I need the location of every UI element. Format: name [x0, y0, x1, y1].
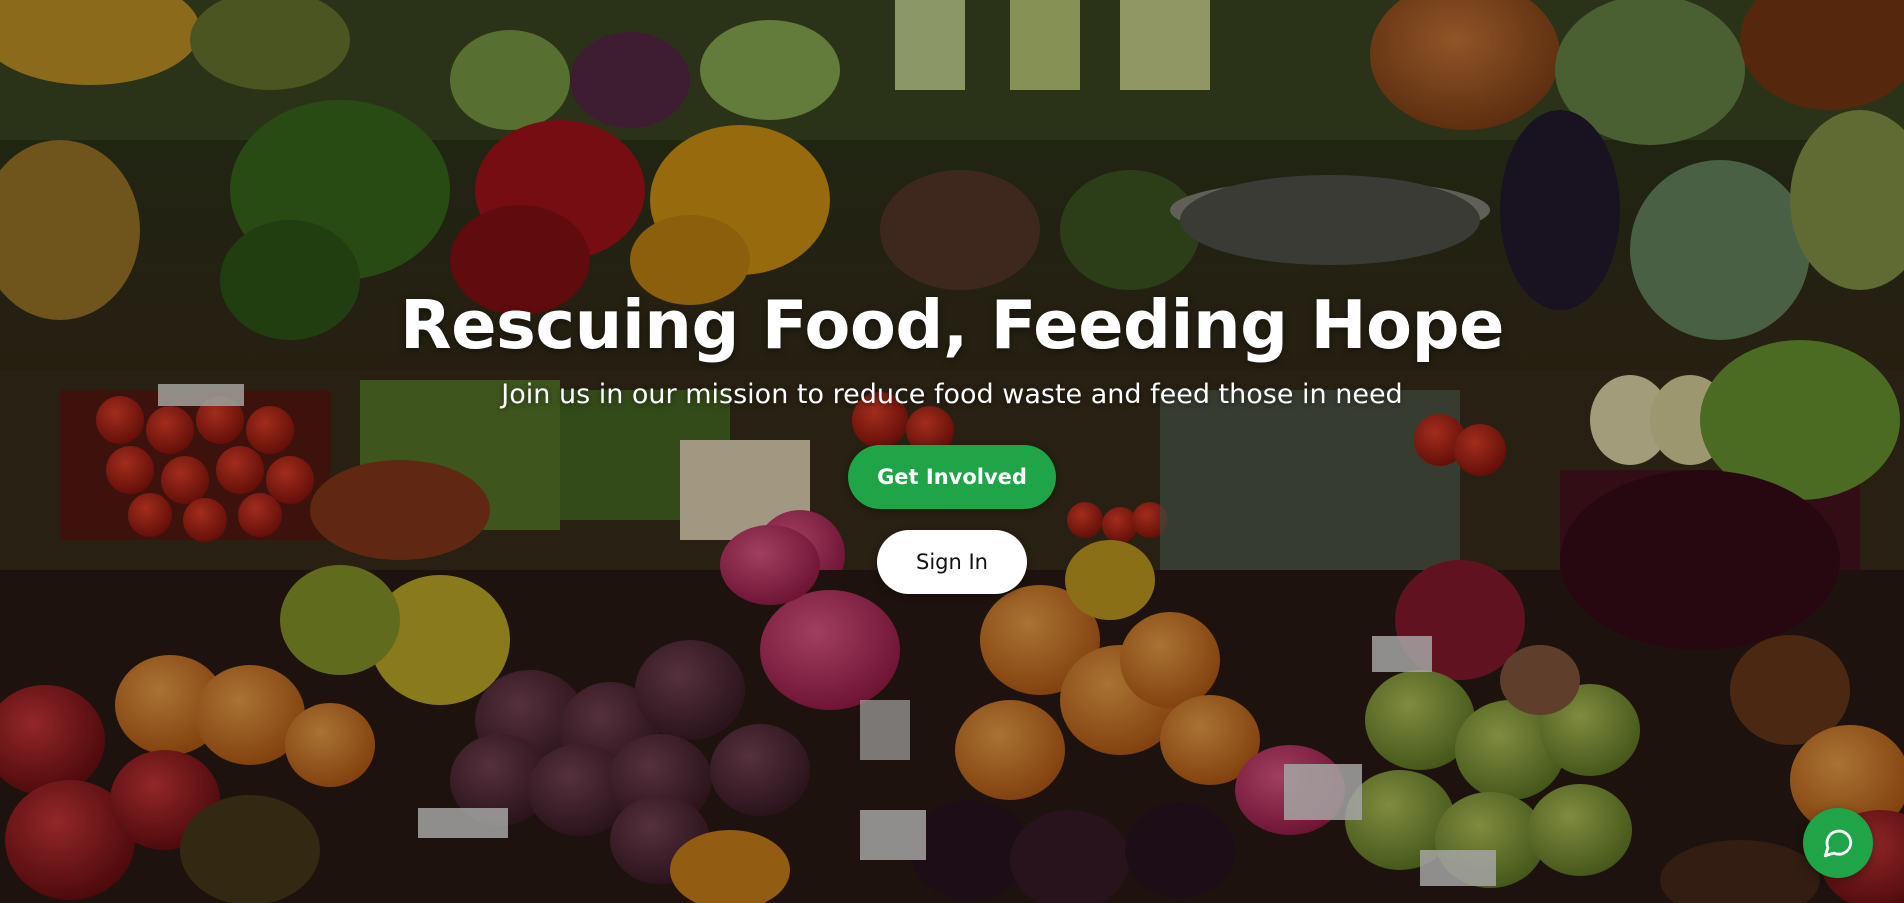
- chat-button[interactable]: [1803, 808, 1873, 878]
- hero-section: Rescuing Food, Feeding Hope Join us in o…: [0, 0, 1904, 903]
- chat-bubble-icon: [1823, 829, 1853, 858]
- hero-subtitle: Join us in our mission to reduce food wa…: [501, 379, 1403, 410]
- sign-in-button[interactable]: Sign In: [877, 530, 1027, 594]
- get-involved-button[interactable]: Get Involved: [848, 445, 1056, 509]
- hero-title: Rescuing Food, Feeding Hope: [400, 286, 1504, 364]
- hero-content: Rescuing Food, Feeding Hope Join us in o…: [0, 0, 1904, 903]
